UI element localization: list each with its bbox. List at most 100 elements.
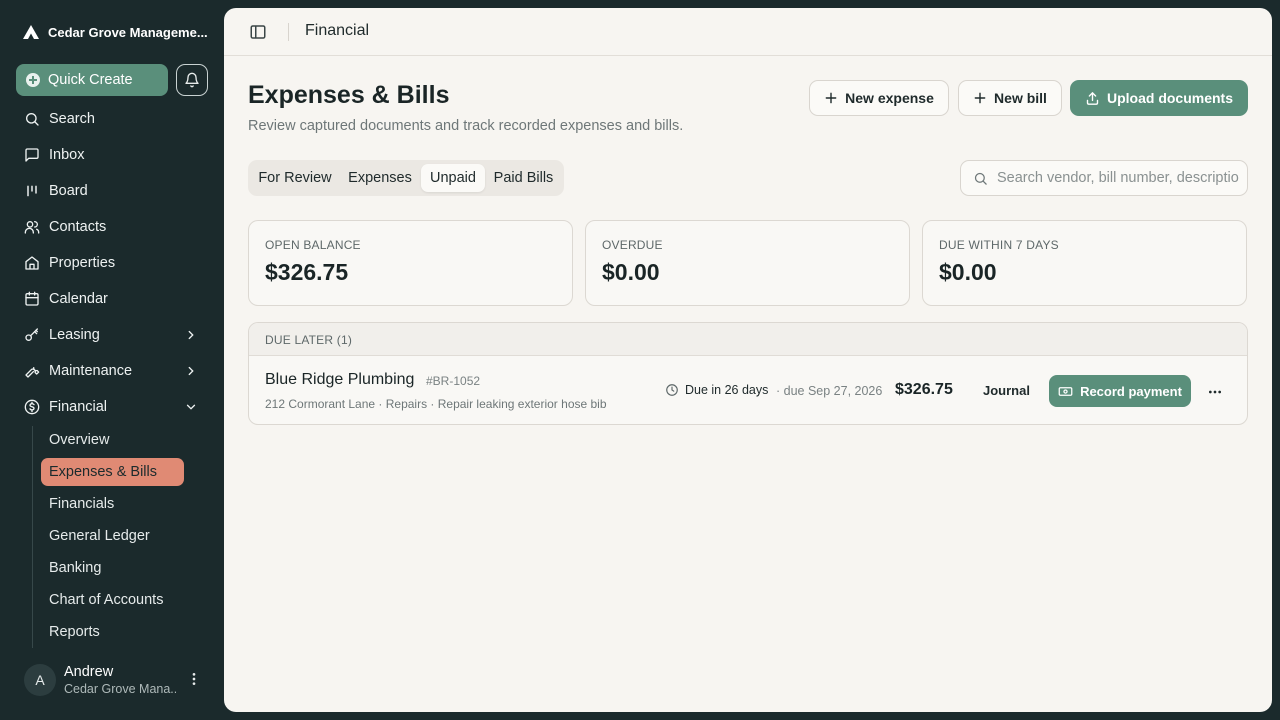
bell-icon	[185, 72, 199, 88]
quick-create-button[interactable]: Quick Create	[16, 64, 168, 96]
bills-list: DUE LATER (1) Blue Ridge Plumbing #BR-10…	[248, 322, 1248, 425]
wrench-icon	[25, 367, 40, 378]
more-horizontal-icon[interactable]	[1207, 384, 1223, 400]
dollar-icon	[24, 399, 40, 415]
nav-maintenance[interactable]: Maintenance	[16, 355, 208, 387]
group-label: DUE LATER (1)	[265, 333, 353, 347]
page-title: Expenses & Bills	[248, 81, 450, 109]
nav-board[interactable]: Board	[16, 175, 208, 207]
nav-calendar-label: Calendar	[49, 291, 108, 307]
brand[interactable]: Cedar Grove Manageme...	[22, 21, 208, 43]
nav-properties-label: Properties	[49, 255, 116, 271]
notifications-button[interactable]	[176, 64, 208, 96]
key-icon	[25, 328, 38, 341]
list-item[interactable]: Blue Ridge Plumbing #BR-1052 212 Cormora…	[249, 357, 1247, 424]
nav-contacts[interactable]: Contacts	[16, 211, 208, 243]
overdue-card: OVERDUE $0.00	[585, 220, 910, 306]
chevron-right-icon	[188, 330, 194, 340]
breadcrumb: Financial	[305, 22, 370, 39]
search-input[interactable]	[997, 168, 1239, 188]
calendar-icon	[25, 291, 39, 306]
nav-maintenance-label: Maintenance	[49, 363, 133, 379]
nav-search[interactable]: Search	[16, 103, 208, 135]
card-value: $0.00	[602, 259, 660, 285]
search-icon	[974, 172, 987, 185]
sidebar-item-overview[interactable]: Overview	[41, 426, 184, 454]
avatar: A	[24, 664, 56, 696]
plus-icon	[974, 92, 986, 104]
vendor-name: Blue Ridge Plumbing	[265, 371, 415, 388]
card-label: DUE WITHIN 7 DAYS	[939, 238, 1059, 252]
chevron-down-icon	[186, 404, 196, 410]
submenu-guide-line	[32, 426, 33, 648]
nav-search-label: Search	[49, 111, 95, 127]
search-field[interactable]	[960, 160, 1248, 196]
record-payment-button[interactable]: Record payment	[1049, 375, 1191, 407]
quick-create-label: Quick Create	[48, 72, 133, 88]
card-label: OVERDUE	[602, 238, 663, 252]
tab-for-review[interactable]: For Review	[252, 164, 338, 192]
new-bill-button[interactable]: New bill	[958, 80, 1062, 116]
card-value: $326.75	[265, 259, 349, 285]
plus-circle-icon	[26, 73, 40, 87]
tab-bar: For Review Expenses Unpaid Paid Bills	[248, 160, 564, 196]
due-label: Due in 26 days	[685, 383, 769, 397]
contacts-icon	[24, 221, 40, 234]
chevron-right-icon	[188, 366, 194, 376]
inbox-icon	[25, 148, 39, 162]
nav-inbox[interactable]: Inbox	[16, 139, 208, 171]
plus-icon	[825, 92, 837, 104]
upload-icon	[1086, 91, 1099, 105]
more-vertical-icon[interactable]	[186, 671, 202, 687]
card-value: $0.00	[939, 259, 997, 285]
bill-amount: $326.75	[895, 381, 953, 398]
new-bill-label: New bill	[994, 90, 1047, 106]
sidebar-item-expenses-bills[interactable]: Expenses & Bills	[41, 458, 184, 486]
sidebar-item-chart-of-accounts[interactable]: Chart of Accounts	[41, 586, 184, 614]
nav-leasing[interactable]: Leasing	[16, 319, 208, 351]
record-payment-label: Record payment	[1080, 383, 1182, 399]
tab-paid-bills[interactable]: Paid Bills	[487, 164, 560, 192]
due-within-7-days-card: DUE WITHIN 7 DAYS $0.00	[922, 220, 1247, 306]
user-menu[interactable]: A Andrew Cedar Grove Mana...	[24, 662, 208, 696]
topbar: Financial	[224, 8, 1272, 56]
sidebar-item-reports[interactable]: Reports	[41, 618, 184, 646]
nav-leasing-label: Leasing	[49, 327, 100, 343]
page-subtitle: Review captured documents and track reco…	[248, 118, 684, 134]
user-name: Andrew	[64, 664, 114, 680]
brand-name: Cedar Grove Manageme...	[48, 24, 208, 40]
home-icon	[25, 256, 39, 270]
upload-documents-button[interactable]: Upload documents	[1070, 80, 1248, 116]
search-icon	[26, 113, 39, 126]
nav-financial[interactable]: Financial	[16, 391, 208, 423]
group-header: DUE LATER (1)	[249, 323, 1247, 356]
clock-icon	[666, 384, 678, 396]
topbar-divider	[288, 23, 289, 41]
tab-expenses[interactable]: Expenses	[340, 164, 420, 192]
sidebar: Cedar Grove Manageme... Quick Create Sea…	[0, 0, 224, 720]
new-expense-button[interactable]: New expense	[809, 80, 949, 116]
logo-icon	[23, 25, 39, 39]
nav-board-label: Board	[49, 183, 88, 199]
nav-contacts-label: Contacts	[49, 219, 107, 235]
sidebar-item-financials[interactable]: Financials	[41, 490, 184, 518]
new-expense-label: New expense	[845, 90, 934, 106]
nav-financial-label: Financial	[49, 399, 108, 415]
card-label: OPEN BALANCE	[265, 238, 361, 252]
board-icon	[27, 185, 37, 197]
banknote-icon	[1058, 386, 1073, 396]
user-org: Cedar Grove Mana...	[64, 682, 176, 696]
sidebar-item-banking[interactable]: Banking	[41, 554, 184, 582]
main-panel: Financial Expenses & Bills Review captur…	[224, 8, 1272, 712]
sidebar-toggle-icon[interactable]	[249, 23, 267, 41]
tab-unpaid[interactable]: Unpaid	[421, 164, 485, 192]
upload-documents-label: Upload documents	[1106, 90, 1233, 106]
sidebar-item-general-ledger[interactable]: General Ledger	[41, 522, 184, 550]
due-status: Due in 26 days	[665, 383, 768, 397]
bill-details: 212 Cormorant Lane · Repairs · Repair le…	[265, 397, 607, 411]
open-balance-card: OPEN BALANCE $326.75	[248, 220, 573, 306]
nav-calendar[interactable]: Calendar	[16, 283, 208, 315]
nav-properties[interactable]: Properties	[16, 247, 208, 279]
journal-link[interactable]: Journal	[983, 383, 1030, 398]
due-date: · due Sep 27, 2026	[776, 384, 883, 398]
